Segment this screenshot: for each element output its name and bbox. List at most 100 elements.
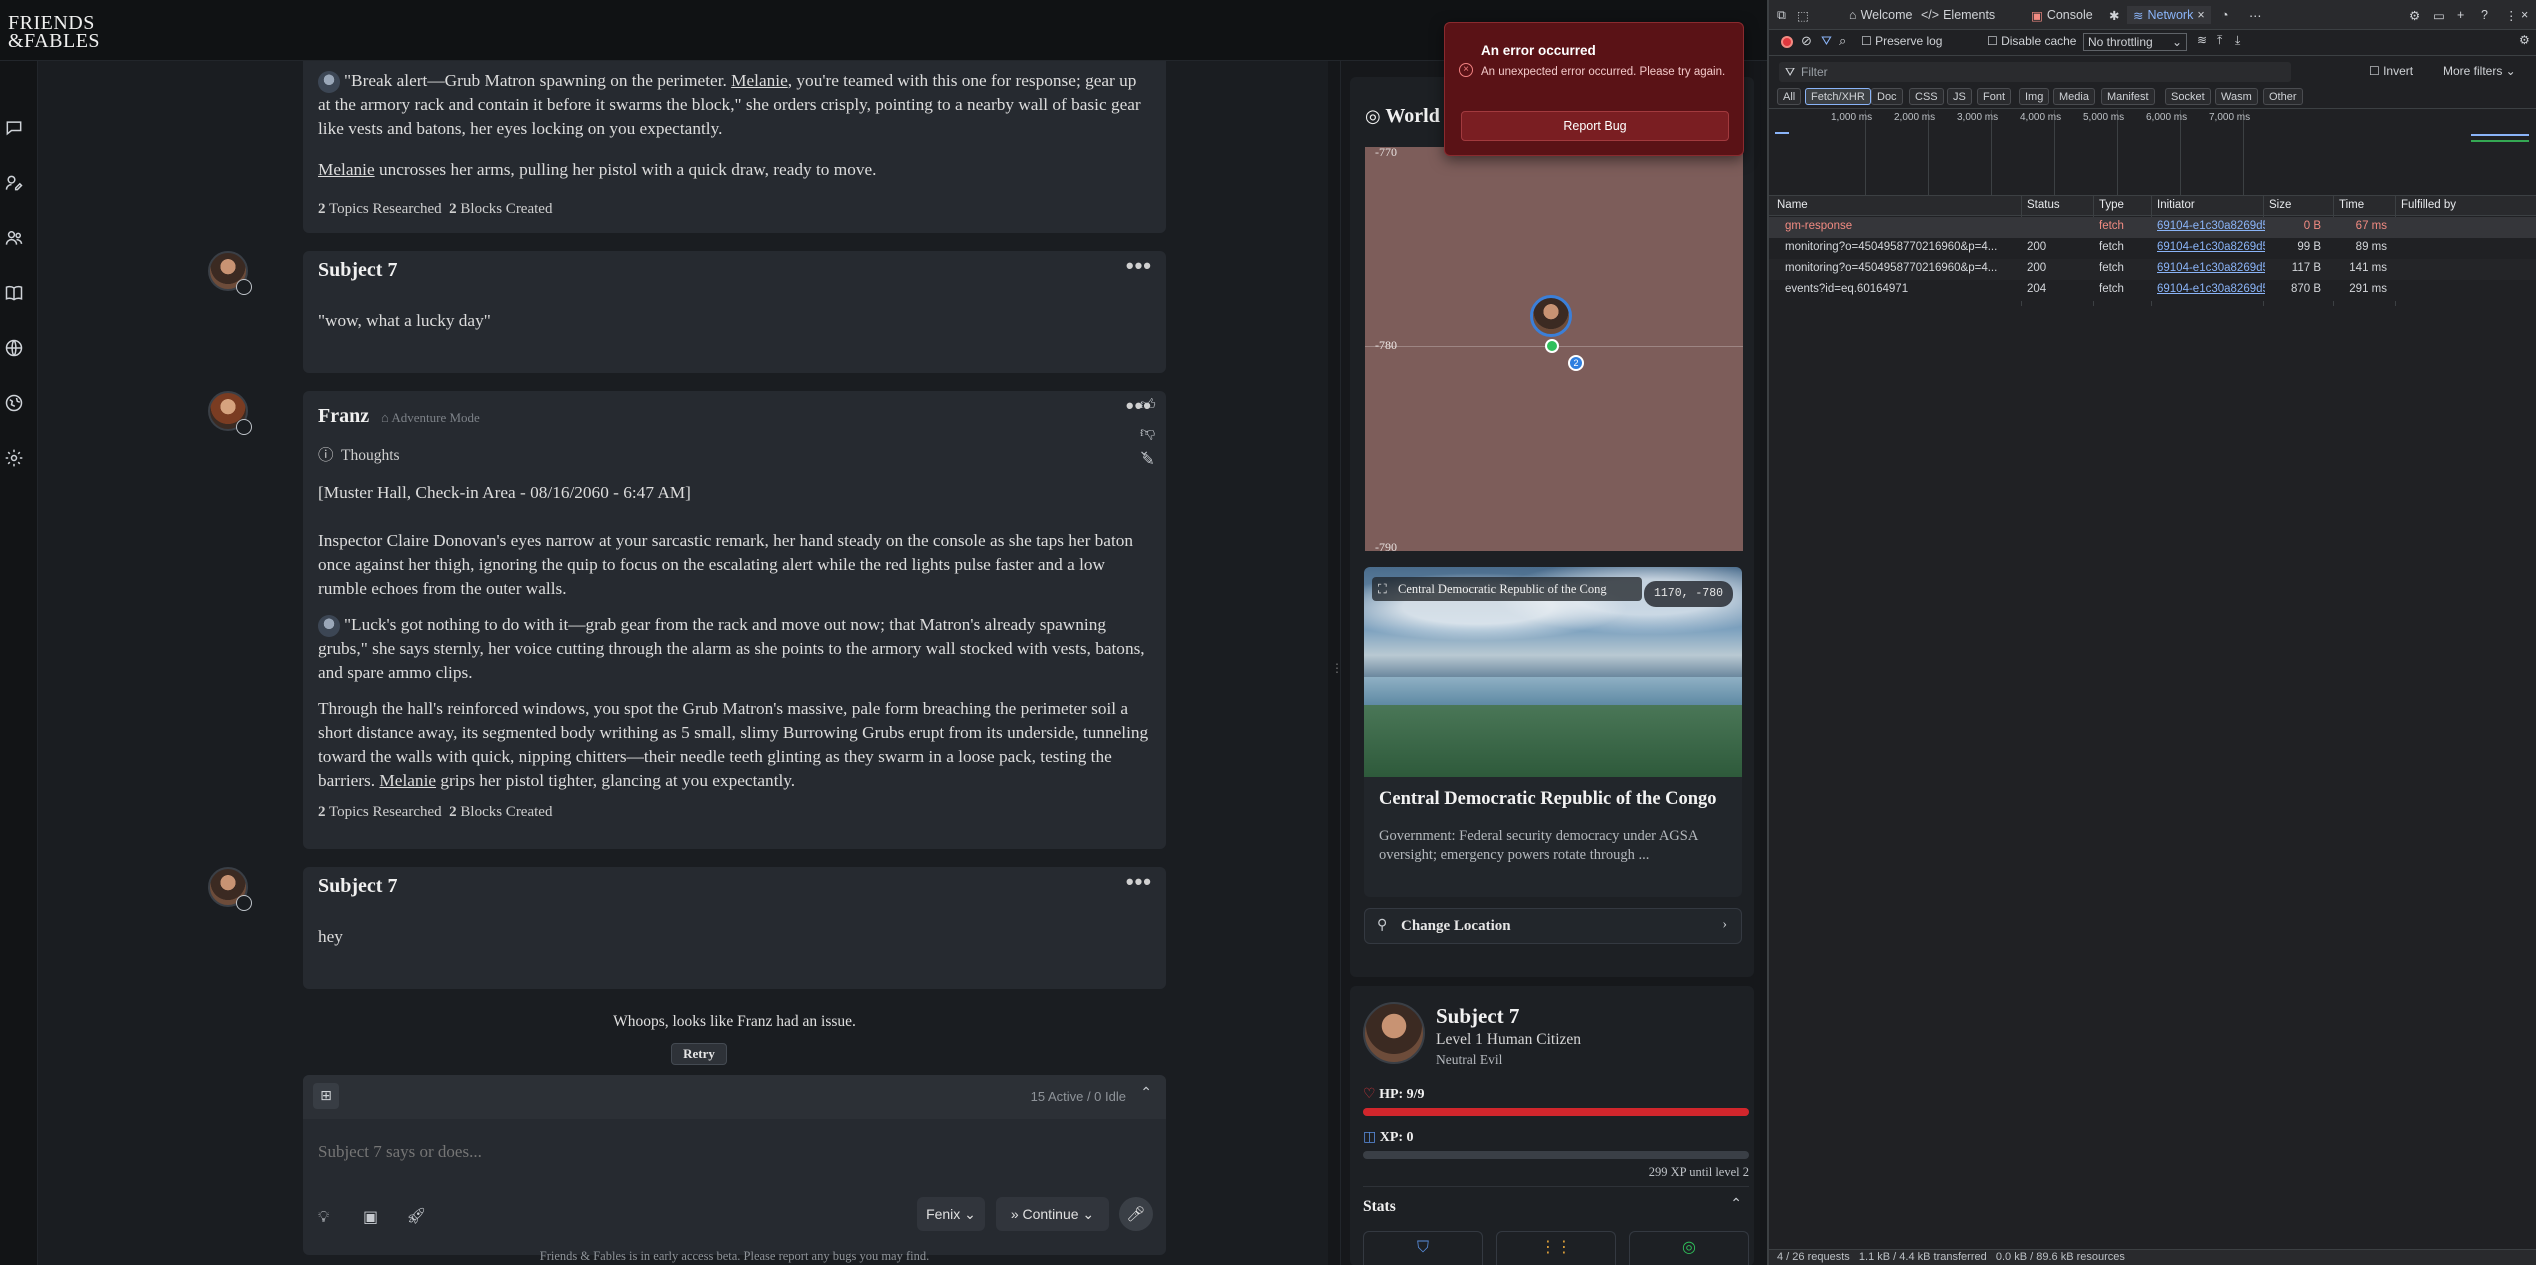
- lightbulb-icon[interactable]: 💡︎: [318, 1207, 329, 1227]
- column-header[interactable]: Time: [2339, 199, 2364, 211]
- filter-chip-font[interactable]: Font: [1977, 88, 2012, 105]
- filter-chip-all[interactable]: All: [1777, 88, 1802, 105]
- network-conditions-icon[interactable]: ≋: [2197, 33, 2207, 47]
- retry-button[interactable]: Retry: [671, 1043, 727, 1065]
- action-input[interactable]: [318, 1137, 1138, 1167]
- app-logo[interactable]: FRIENDS &FABLES: [8, 13, 100, 51]
- column-header[interactable]: Name: [1777, 199, 1808, 211]
- search-icon[interactable]: ⌕: [1839, 33, 1846, 49]
- book-icon[interactable]: [2, 281, 26, 305]
- settings-icon[interactable]: ⚙: [2409, 6, 2420, 24]
- bug-icon[interactable]: ✱: [2109, 6, 2119, 24]
- filter-chip-manifest[interactable]: Manifest: [2101, 88, 2155, 105]
- rocket-icon[interactable]: 🚀︎: [406, 1206, 426, 1225]
- close-icon[interactable]: ×: [2197, 8, 2204, 22]
- menu-icon[interactable]: ⋮: [2505, 6, 2518, 24]
- character-portrait[interactable]: [1363, 1002, 1425, 1064]
- globe-icon[interactable]: [2, 336, 26, 360]
- filter-input-box[interactable]: ⛛ Filter: [1779, 62, 2291, 82]
- filter-chip-js[interactable]: JS: [1947, 88, 1972, 105]
- fullscreen-icon[interactable]: ⛶: [1378, 577, 1387, 601]
- tab-network[interactable]: ≋ Network ×: [2127, 6, 2211, 24]
- message-menu-button[interactable]: •••: [1126, 253, 1152, 279]
- party-icon[interactable]: [2, 226, 26, 250]
- cell-initiator[interactable]: 69104-e1c30a8269d5e: [2157, 283, 2265, 295]
- close-devtools-icon[interactable]: ×: [2521, 6, 2528, 24]
- character-link[interactable]: Melanie: [731, 71, 788, 90]
- more-filters-dropdown[interactable]: More filters ⌄: [2443, 64, 2516, 78]
- table-row[interactable]: monitoring?o=4504958770216960&p=4... 200 f…: [1769, 238, 2536, 259]
- filter-chip-fetchxhr[interactable]: Fetch/XHR: [1805, 88, 1871, 105]
- record-icon[interactable]: [1781, 36, 1793, 48]
- tab-console[interactable]: ▣ Console: [2031, 6, 2093, 24]
- filter-chip-other[interactable]: Other: [2263, 88, 2303, 105]
- continue-button[interactable]: » Continue ⌄: [996, 1197, 1109, 1231]
- table-row[interactable]: monitoring?o=4504958770216960&p=4... 200 f…: [1769, 259, 2536, 280]
- character-edit-icon[interactable]: [2, 171, 26, 195]
- footprints-icon[interactable]: ⋮⋮: [1496, 1231, 1616, 1265]
- filter-input[interactable]: Filter: [1801, 65, 1828, 79]
- thoughts-toggle[interactable]: ⓘ Thoughts: [318, 443, 400, 465]
- player-avatar[interactable]: [208, 251, 252, 295]
- image-icon[interactable]: ▣: [363, 1207, 378, 1226]
- filter-chip-socket[interactable]: Socket: [2165, 88, 2211, 105]
- disable-cache-checkbox[interactable]: ☐ Disable cache: [1987, 34, 2076, 48]
- network-settings-icon[interactable]: ⚙: [2519, 33, 2530, 47]
- edit-icon[interactable]: ✎: [1142, 451, 1155, 469]
- marker-count-badge[interactable]: 2: [1568, 355, 1584, 371]
- preserve-log-checkbox[interactable]: ☐ Preserve log: [1861, 34, 1942, 48]
- chat-icon[interactable]: [2, 116, 26, 140]
- world-map[interactable]: -770 -780 -790 2: [1365, 147, 1743, 551]
- more-tools-icon[interactable]: ⋯: [2249, 6, 2262, 24]
- world-map-icon[interactable]: [2, 391, 26, 415]
- column-header[interactable]: Size: [2269, 199, 2291, 211]
- chevron-up-icon[interactable]: ⌃: [1140, 1085, 1152, 1102]
- download-icon[interactable]: ⤓: [2235, 33, 2240, 48]
- column-header[interactable]: Type: [2099, 199, 2124, 211]
- player-avatar[interactable]: [208, 867, 252, 911]
- cell-initiator[interactable]: 69104-e1c30a8269d5e: [2157, 241, 2265, 253]
- column-header[interactable]: Initiator: [2157, 199, 2195, 211]
- throttling-select[interactable]: No throttling ⌄: [2083, 33, 2187, 51]
- dice-icon[interactable]: ⊞: [313, 1083, 339, 1109]
- table-row[interactable]: gm-response fetch 69104-e1c30a8269d5e 0 B 67…: [1769, 217, 2536, 238]
- thumbs-up-icon[interactable]: 👍︎: [1140, 395, 1156, 414]
- toggle-device-icon[interactable]: ⧉: [1777, 6, 1786, 24]
- dock-icon[interactable]: ▭: [2433, 6, 2445, 24]
- filter-chip-wasm[interactable]: Wasm: [2215, 88, 2258, 105]
- microphone-icon[interactable]: 🎤︎: [1119, 1197, 1153, 1231]
- character-link[interactable]: Melanie: [379, 771, 436, 790]
- inspect-icon[interactable]: ⬚: [1797, 6, 1809, 24]
- filter-chip-doc[interactable]: Doc: [1871, 88, 1903, 105]
- thumbs-down-icon[interactable]: 👎︎: [1140, 423, 1155, 442]
- clear-icon[interactable]: ⊘: [1801, 33, 1812, 49]
- invert-checkbox[interactable]: ☐ Invert: [2369, 64, 2413, 78]
- performance-icon[interactable]: ◔: [2221, 6, 2229, 24]
- cell-initiator[interactable]: 69104-e1c30a8269d5e: [2157, 220, 2265, 232]
- tab-elements[interactable]: </> Elements: [1921, 6, 1995, 24]
- message-menu-button[interactable]: •••: [1126, 869, 1152, 895]
- filter-chip-css[interactable]: CSS: [1909, 88, 1944, 105]
- upload-icon[interactable]: ⤒: [2217, 33, 2222, 48]
- settings-icon[interactable]: [2, 446, 26, 470]
- target-icon[interactable]: ◎: [1629, 1231, 1749, 1265]
- narrator-avatar[interactable]: [208, 391, 252, 435]
- character-link[interactable]: Melanie: [318, 160, 375, 179]
- filter-chip-img[interactable]: Img: [2019, 88, 2050, 105]
- plus-icon[interactable]: +: [2457, 6, 2464, 24]
- table-row[interactable]: events?id=eq.60164971 204 fetch 69104-e1c30…: [1769, 280, 2536, 301]
- column-header[interactable]: Fulfilled by: [2401, 199, 2456, 211]
- tab-welcome[interactable]: ⌂ Welcome: [1849, 6, 1912, 24]
- filter-icon[interactable]: ⛛: [1821, 33, 1832, 49]
- shield-icon[interactable]: ⛉: [1363, 1231, 1483, 1265]
- filter-chip-media[interactable]: Media: [2053, 88, 2095, 105]
- model-select[interactable]: Fenix ⌄: [917, 1197, 985, 1231]
- chevron-up-icon[interactable]: ⌃: [1730, 1196, 1742, 1213]
- player-map-marker[interactable]: [1530, 295, 1572, 337]
- column-header[interactable]: Status: [2027, 199, 2060, 211]
- cell-initiator[interactable]: 69104-e1c30a8269d5e: [2157, 262, 2265, 274]
- change-location-button[interactable]: ⚲ Change Location ›: [1364, 908, 1742, 944]
- report-bug-button[interactable]: Report Bug: [1461, 111, 1729, 141]
- help-icon[interactable]: ?: [2481, 6, 2488, 24]
- location-pin-icon[interactable]: [1545, 339, 1559, 353]
